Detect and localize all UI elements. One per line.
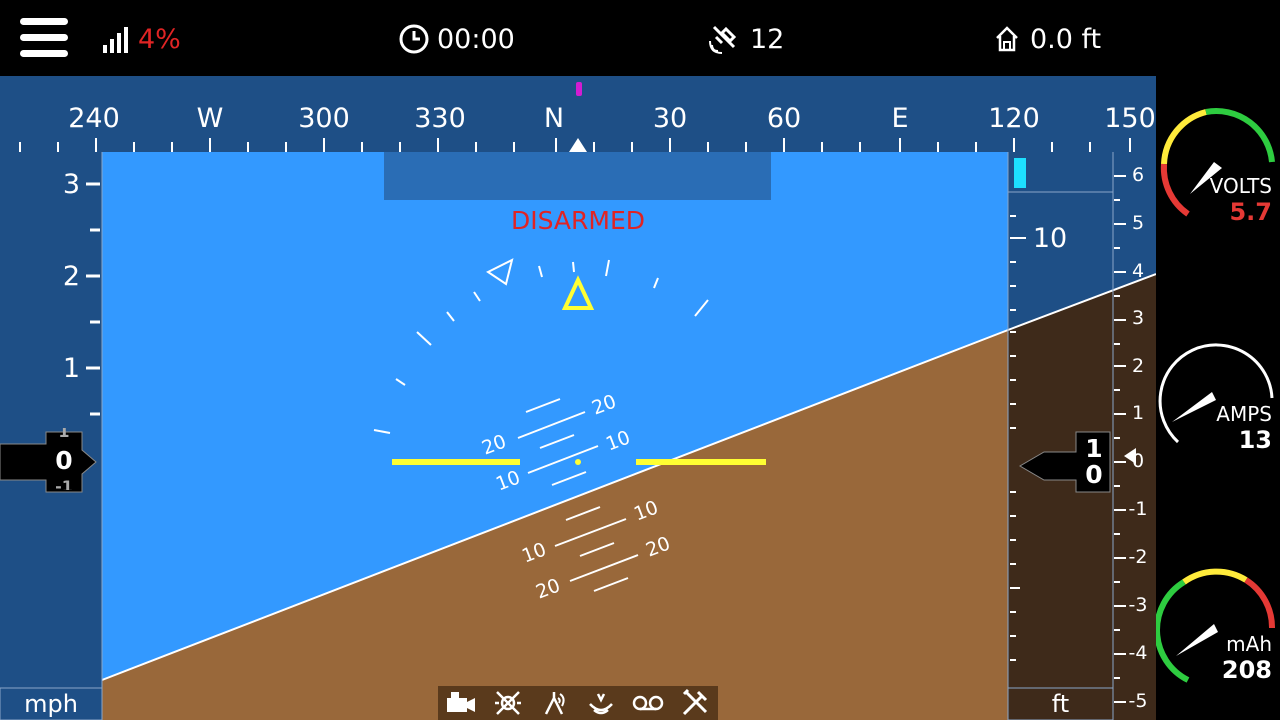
volts-gauge: VOLTS 5.7 — [1156, 102, 1280, 242]
mah-gauge: mAh 208 — [1156, 568, 1280, 708]
compass-label: 300 — [298, 103, 350, 134]
vario-tick-label: 4 — [1131, 260, 1145, 282]
arm-state-label: DISARMED — [510, 206, 646, 235]
landing-icon[interactable] — [582, 688, 620, 718]
speed-unit: mph — [24, 690, 78, 718]
battery-gauges-panel: VOLTS 5.7 AMPS 13 mAh 208 — [1156, 76, 1280, 720]
vario-tick-label: -5 — [1128, 690, 1148, 712]
signal-value: 4% — [138, 23, 181, 55]
compass-label: N — [543, 103, 565, 134]
aircraft-center-dot — [575, 459, 581, 465]
speed-roll-below: -1 — [55, 478, 73, 490]
tools-icon[interactable] — [676, 688, 714, 718]
speed-value: 0 — [55, 446, 73, 475]
vario-tick-label: -4 — [1128, 642, 1148, 664]
top-status-bar: 4% 00:00 12 0.0 ft — [0, 0, 1280, 76]
compass-label: E — [891, 103, 909, 134]
volts-label: VOLTS — [1209, 174, 1272, 198]
compass-label: 30 — [652, 103, 688, 134]
compass-label: 120 — [988, 103, 1040, 134]
amps-label: AMPS — [1216, 402, 1272, 426]
compass-label: 150 — [1104, 103, 1156, 134]
vario-tick-label: 0 — [1131, 450, 1145, 472]
amps-gauge: AMPS 13 — [1156, 338, 1280, 478]
altitude-tick-label: 10 — [1032, 223, 1068, 254]
altitude-target-marker — [1014, 158, 1026, 188]
vario-tick-label: 1 — [1131, 402, 1145, 424]
hud-canvas — [0, 76, 1156, 720]
signal-bars-icon — [103, 27, 128, 53]
satellite-icon — [709, 25, 737, 54]
altitude-value-bottom: 0 — [1085, 460, 1103, 489]
amps-value: 13 — [1238, 426, 1272, 454]
altitude-value-top: 1 — [1085, 434, 1103, 463]
menu-icon[interactable] — [18, 16, 70, 60]
clock-icon — [399, 24, 429, 54]
gimbal-icon[interactable] — [489, 688, 527, 718]
home-direction-marker — [576, 82, 582, 96]
flight-timer: 00:00 — [398, 20, 515, 58]
vario-tick-label: -2 — [1128, 546, 1148, 568]
timer-value: 00:00 — [437, 23, 515, 55]
volts-value: 5.7 — [1229, 198, 1272, 226]
vario-tick-label: 5 — [1131, 212, 1145, 234]
speed-roll-above: 1 — [58, 428, 70, 440]
speed-tick-label: 1 — [62, 353, 80, 384]
compass-label: 330 — [414, 103, 466, 134]
vario-tick-label: 2 — [1131, 355, 1145, 377]
speed-tick-label: 3 — [62, 169, 80, 200]
home-distance: 0.0 ft — [994, 20, 1101, 58]
compass-label: 240 — [68, 103, 120, 134]
satellite-value: 12 — [750, 23, 785, 55]
voicemail-icon[interactable] — [629, 688, 667, 718]
signal-indicator: 4% — [102, 20, 181, 58]
compass-label: 60 — [766, 103, 802, 134]
vario-tick-label: -1 — [1128, 498, 1148, 520]
quick-action-dock — [438, 686, 718, 720]
antenna-icon[interactable] — [536, 688, 574, 718]
home-distance-value: 0.0 ft — [1030, 23, 1102, 55]
camera-icon[interactable] — [442, 688, 480, 718]
speed-tick-label: 2 — [62, 261, 80, 292]
vario-tick-label: 6 — [1131, 164, 1145, 186]
mah-label: mAh — [1226, 632, 1272, 656]
compass-label: W — [196, 103, 224, 134]
mah-value: 208 — [1221, 656, 1272, 684]
vario-tick-label: 3 — [1131, 307, 1145, 329]
vario-tick-label: -3 — [1128, 594, 1148, 616]
altitude-unit: ft — [1051, 690, 1070, 718]
satellite-count: 12 — [708, 20, 784, 58]
home-icon — [996, 26, 1018, 52]
primary-flight-display: 240 W 300 330 N 30 60 E 120 150 DISARMED… — [0, 76, 1156, 720]
